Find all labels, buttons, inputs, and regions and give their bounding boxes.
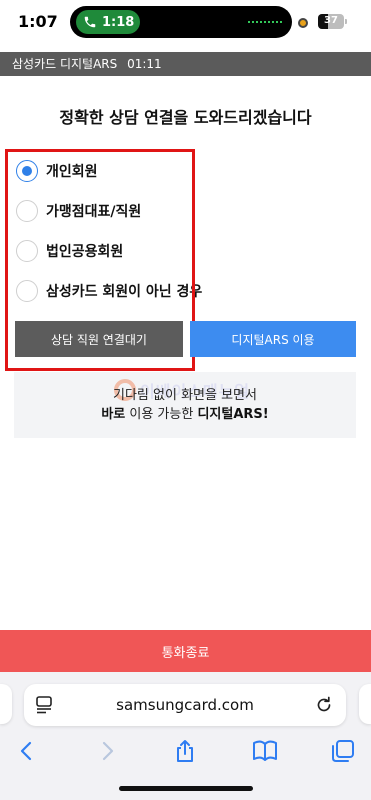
url-text: samsungcard.com (116, 696, 254, 714)
battery-cap (345, 19, 347, 24)
reload-icon[interactable] (314, 695, 334, 715)
end-call-button[interactable]: 통화종료 (0, 630, 371, 672)
promo-middle: 이용 가능한 (125, 407, 198, 422)
header-timer: 01:11 (127, 57, 162, 71)
promo-line-2: 바로 이용 가능한 디지털ARS! (14, 403, 356, 422)
header-title: 삼성카드 디지털ARS (12, 57, 118, 71)
audio-waveform (248, 21, 282, 23)
app-header: 삼성카드 디지털ARS 01:11 (0, 52, 371, 76)
call-indicator[interactable]: 1:18 (76, 10, 140, 34)
camera-indicator (298, 18, 308, 28)
bookmarks-icon[interactable] (252, 738, 278, 764)
home-indicator (119, 786, 253, 791)
next-tab-peek[interactable] (359, 684, 371, 724)
previous-tab-peek[interactable] (0, 684, 12, 724)
battery-icon: 37 (318, 14, 344, 29)
address-bar[interactable]: samsungcard.com (24, 684, 346, 726)
promo-banner: 이베이스매뉴얼 기다림 없이 화면을 보면서 바로 이용 가능한 디지털ARS! (14, 372, 356, 438)
promo-bold-ars: 디지털ARS! (197, 407, 269, 422)
share-icon[interactable] (172, 738, 198, 764)
tabs-icon[interactable] (330, 738, 356, 764)
forward-icon[interactable] (94, 738, 120, 764)
back-icon[interactable] (14, 738, 40, 764)
digital-ars-button[interactable]: 디지털ARS 이용 (190, 321, 356, 357)
agent-wait-button[interactable]: 상담 직원 연결대기 (15, 321, 183, 357)
phone-icon (84, 16, 96, 28)
battery-percent: 37 (324, 15, 338, 26)
status-bar: 1:07 1:18 37 (0, 0, 371, 46)
page-title: 정확한 상담 연결을 도와드리겠습니다 (59, 108, 312, 127)
promo-line-1: 기다림 없이 화면을 보면서 (113, 388, 257, 403)
promo-bold-now: 바로 (101, 407, 126, 422)
status-time: 1:07 (18, 12, 58, 31)
call-duration: 1:18 (102, 14, 135, 30)
